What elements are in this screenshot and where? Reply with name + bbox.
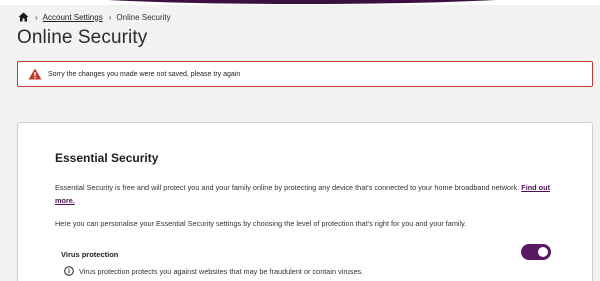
chevron-right-icon: › xyxy=(35,12,38,22)
essential-security-card: Essential Security Essential Security is… xyxy=(17,122,593,281)
warning-icon xyxy=(28,68,42,80)
info-icon xyxy=(64,266,74,276)
toggle-knob xyxy=(538,247,548,257)
breadcrumb: › Account Settings › Online Security xyxy=(18,10,171,24)
breadcrumb-online-security: Online Security xyxy=(116,12,171,22)
virus-protection-info-text: Virus protection protects you against we… xyxy=(79,266,364,276)
personalise-text: Here you can personalise your Essential … xyxy=(55,219,467,228)
error-alert: Sorry the changes you made were not save… xyxy=(17,61,593,87)
alert-message: Sorry the changes you made were not save… xyxy=(48,70,241,78)
virus-protection-label: Virus protection xyxy=(61,250,119,259)
card-title: Essential Security xyxy=(55,151,159,165)
chevron-right-icon: › xyxy=(108,12,112,22)
virus-protection-info: Virus protection protects you against we… xyxy=(64,266,363,276)
home-icon[interactable] xyxy=(18,12,29,22)
virus-protection-toggle[interactable] xyxy=(521,244,551,260)
page-title: Online Security xyxy=(17,27,148,48)
breadcrumb-account-settings[interactable]: Account Settings xyxy=(43,13,103,22)
description-text: Essential Security is free and will prot… xyxy=(55,183,520,192)
card-description: Essential Security is free and will prot… xyxy=(55,181,565,207)
